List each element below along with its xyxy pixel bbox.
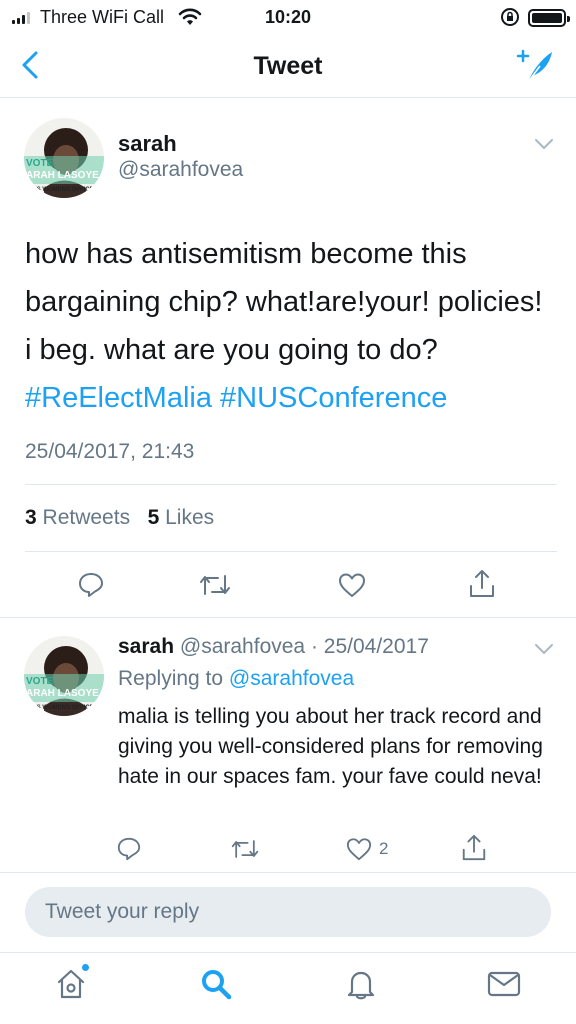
share-icon[interactable] [467, 568, 497, 600]
messages-envelope-icon[interactable] [486, 967, 522, 1001]
reply-input[interactable] [25, 887, 551, 937]
reply-like-action[interactable]: 2 [345, 836, 388, 862]
battery-icon [528, 9, 570, 27]
replying-to: Replying to @sarahfovea [118, 667, 354, 691]
tweet-timestamp: 25/04/2017, 21:43 [25, 440, 195, 463]
home-icon[interactable] [54, 967, 88, 1001]
unread-dot [82, 964, 89, 971]
like-heart-icon[interactable] [337, 571, 367, 599]
divider [0, 617, 576, 618]
mention-link[interactable]: @sarahfovea [229, 667, 354, 690]
nav-bar: Tweet [0, 36, 576, 98]
search-icon[interactable] [199, 967, 233, 1001]
reply-author-handle[interactable]: @sarahfovea [180, 635, 305, 658]
likes-stat[interactable]: 5 Likes [148, 506, 215, 529]
orientation-lock-icon [501, 8, 519, 26]
svg-text:ARAH LASOYE: ARAH LASOYE [26, 688, 99, 699]
tweet-stats: 3 Retweets 5 Likes [25, 506, 214, 530]
like-heart-icon[interactable] [345, 836, 373, 862]
chevron-down-icon[interactable] [534, 137, 554, 151]
reply-icon[interactable] [77, 571, 105, 599]
author-handle[interactable]: @sarahfovea [118, 158, 243, 182]
divider [25, 551, 557, 552]
avatar[interactable]: VOTE ARAH LASOYE NUS WOMENS OFFICER [24, 118, 104, 198]
page-title: Tweet [253, 52, 323, 80]
reply-date: · 25/04/2017 [310, 635, 429, 658]
svg-text:ARAH LASOYE: ARAH LASOYE [26, 170, 99, 181]
hashtag-link[interactable]: #ReElectMalia [25, 382, 212, 414]
tab-bar [0, 952, 576, 1024]
retweet-icon[interactable] [230, 836, 260, 862]
retweet-icon[interactable] [198, 571, 232, 599]
svg-text:VOTE: VOTE [26, 158, 54, 169]
status-bar: Three WiFi Call 10:20 [0, 0, 576, 36]
reply-composer-bar [0, 872, 576, 952]
like-count: 2 [379, 839, 389, 858]
svg-text:VOTE: VOTE [26, 676, 54, 687]
retweets-stat[interactable]: 3 Retweets [25, 506, 130, 529]
divider [25, 484, 557, 485]
reply-author-name[interactable]: sarah [118, 635, 174, 658]
svg-text:NUS WOMENS OFFICER: NUS WOMENS OFFICER [28, 705, 99, 711]
tweet-text: how has antisemitism become this bargain… [25, 230, 555, 422]
chevron-down-icon[interactable] [534, 642, 554, 656]
svg-text:NUS WOMENS OFFICER: NUS WOMENS OFFICER [28, 187, 99, 193]
status-time: 10:20 [264, 7, 312, 27]
reply-text: malia is telling you about her track rec… [118, 705, 543, 788]
notifications-bell-icon[interactable] [344, 967, 378, 1001]
share-icon[interactable] [460, 833, 488, 863]
reply-header: sarah @sarahfovea · 25/04/2017 [118, 635, 429, 659]
tweet-body-text: how has antisemitism become this bargain… [25, 238, 543, 366]
author-name[interactable]: sarah [118, 131, 177, 157]
hashtag-link[interactable]: #NUSConference [220, 382, 447, 414]
reply-avatar[interactable]: VOTE ARAH LASOYE NUS WOMENS OFFICER [24, 636, 104, 716]
reply-icon[interactable] [116, 836, 142, 862]
compose-feather-icon[interactable] [514, 46, 556, 86]
replying-to-label: Replying to [118, 667, 224, 690]
